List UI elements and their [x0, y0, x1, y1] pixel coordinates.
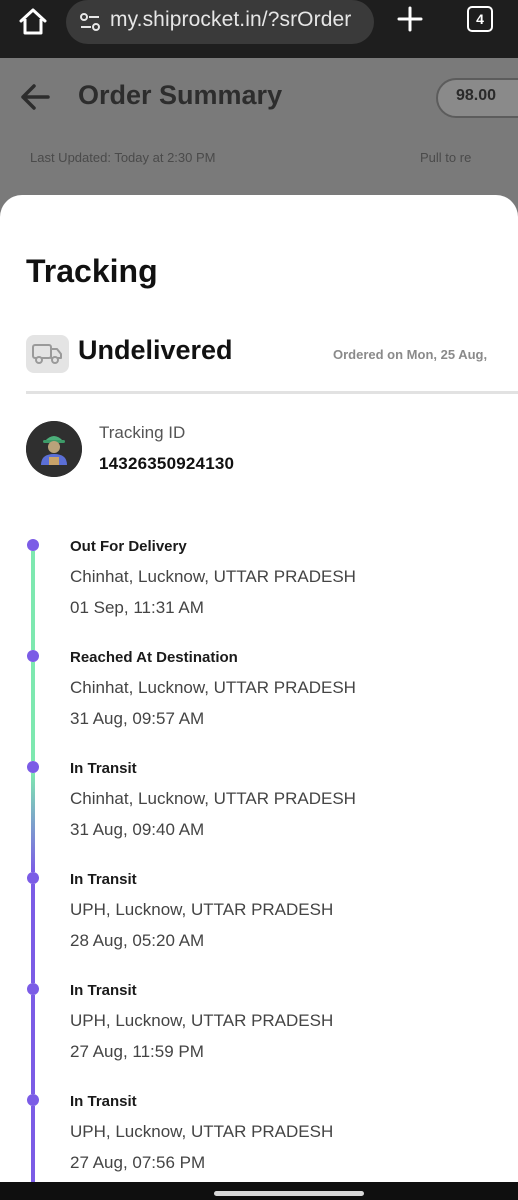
- background-page: Order Summary 98.00 Last Updated: Today …: [0, 58, 518, 218]
- event-status: In Transit: [70, 760, 137, 777]
- truck-icon: [26, 335, 69, 373]
- ordered-date: Ordered on Mon, 25 Aug,: [333, 347, 488, 362]
- timeline-dot: [27, 1094, 39, 1106]
- amount-text: 98.00: [456, 87, 497, 104]
- tracking-sheet: Tracking Undelivered Ordered on Mon, 25 …: [0, 195, 518, 1200]
- event-status: In Transit: [70, 1093, 137, 1110]
- event-time: 27 Aug, 07:56 PM: [70, 1153, 206, 1172]
- sheet-title: Tracking: [26, 253, 158, 289]
- last-updated-text: Last Updated: Today at 2:30 PM: [30, 150, 216, 165]
- event-location: Chinhat, Lucknow, UTTAR PRADESH: [70, 567, 356, 586]
- address-bar[interactable]: my.shiprocket.in/?srOrder: [66, 0, 374, 44]
- browser-toolbar: my.shiprocket.in/?srOrder 4: [0, 0, 518, 58]
- timeline-dot: [27, 650, 39, 662]
- page-title: Order Summary: [78, 80, 283, 110]
- event-location: UPH, Lucknow, UTTAR PRADESH: [70, 900, 334, 919]
- amount-badge: 98.00: [436, 78, 518, 118]
- event-time: 27 Aug, 11:59 PM: [70, 1042, 204, 1061]
- event-location: Chinhat, Lucknow, UTTAR PRADESH: [70, 678, 356, 697]
- status-row: Undelivered Ordered on Mon, 25 Aug,: [0, 335, 518, 385]
- timeline-dot: [27, 983, 39, 995]
- event-status: Out For Delivery: [70, 538, 187, 555]
- courier-avatar-icon: [26, 421, 82, 477]
- event-location: Chinhat, Lucknow, UTTAR PRADESH: [70, 789, 356, 808]
- timeline-dot: [27, 761, 39, 773]
- timeline-connector: [31, 773, 35, 872]
- tracking-id-value: 14326350924130: [99, 454, 235, 473]
- tracking-timeline: Out For Delivery Chinhat, Lucknow, UTTAR…: [0, 538, 518, 1200]
- delivery-status: Undelivered: [78, 335, 233, 365]
- home-icon[interactable]: [17, 6, 49, 38]
- plus-icon[interactable]: [396, 5, 424, 33]
- back-arrow-icon: [20, 84, 50, 110]
- event-location: UPH, Lucknow, UTTAR PRADESH: [70, 1011, 334, 1030]
- event-time: 31 Aug, 09:57 AM: [70, 709, 205, 728]
- timeline-connector: [31, 884, 35, 983]
- system-nav-bar: [0, 1182, 518, 1200]
- event-status: In Transit: [70, 982, 137, 999]
- event-status: In Transit: [70, 871, 137, 888]
- timeline-dot: [27, 539, 39, 551]
- timeline-connector: [31, 662, 35, 761]
- timeline-dot: [27, 872, 39, 884]
- tracking-id-label: Tracking ID: [99, 423, 186, 442]
- tune-icon[interactable]: [79, 11, 101, 33]
- event-location: UPH, Lucknow, UTTAR PRADESH: [70, 1122, 334, 1141]
- event-status: Reached At Destination: [70, 649, 238, 666]
- divider: [26, 391, 518, 394]
- url-text: my.shiprocket.in/?srOrder: [110, 8, 352, 31]
- event-time: 01 Sep, 11:31 AM: [70, 598, 204, 617]
- event-time: 31 Aug, 09:40 AM: [70, 820, 205, 839]
- timeline-connector: [31, 995, 35, 1094]
- event-time: 28 Aug, 05:20 AM: [70, 931, 205, 950]
- refresh-hint: Pull to re: [420, 150, 472, 165]
- home-gesture-handle[interactable]: [214, 1191, 364, 1196]
- timeline-connector: [31, 551, 35, 650]
- tab-switcher-button[interactable]: 4: [467, 6, 493, 32]
